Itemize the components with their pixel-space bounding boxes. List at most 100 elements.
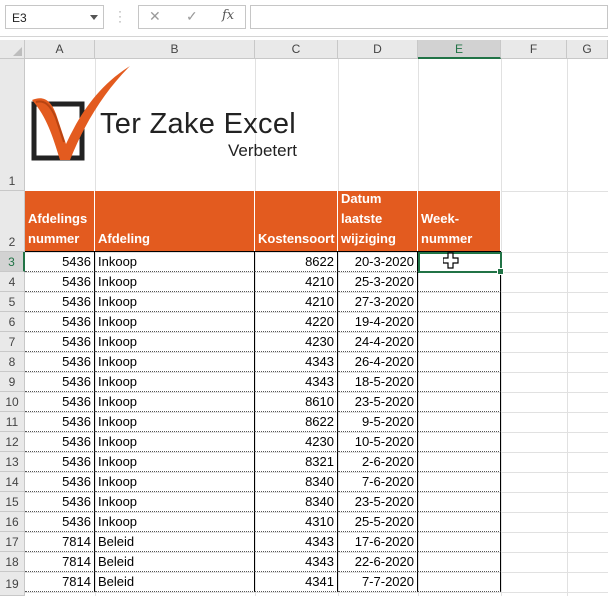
- cell-afdelingsnummer[interactable]: 5436: [25, 372, 95, 392]
- cell-afdeling[interactable]: Inkoop: [95, 292, 255, 312]
- cell-weeknummer[interactable]: [418, 332, 501, 352]
- column-header-e[interactable]: E: [418, 40, 501, 59]
- cell-datum[interactable]: 9-5-2020: [338, 412, 418, 432]
- row-header[interactable]: 12: [0, 432, 25, 452]
- cell-datum[interactable]: 20-3-2020: [338, 252, 418, 272]
- cell-datum[interactable]: 25-5-2020: [338, 512, 418, 532]
- cell-afdelingsnummer[interactable]: 5436: [25, 492, 95, 512]
- confirm-icon[interactable]: ✓: [186, 8, 198, 25]
- cell-afdeling[interactable]: Inkoop: [95, 332, 255, 352]
- cell-kostensoort[interactable]: 8340: [255, 492, 338, 512]
- cell-afdeling[interactable]: Inkoop: [95, 312, 255, 332]
- cell-afdeling[interactable]: Inkoop: [95, 372, 255, 392]
- active-cell-e3[interactable]: [418, 252, 504, 275]
- cell-weeknummer[interactable]: [418, 352, 501, 372]
- row-header[interactable]: 5: [0, 292, 25, 312]
- row-header[interactable]: 13: [0, 452, 25, 472]
- cell-kostensoort[interactable]: 4341: [255, 572, 338, 592]
- cell-datum[interactable]: 7-7-2020: [338, 572, 418, 592]
- cell-weeknummer[interactable]: [418, 272, 501, 292]
- cell-datum[interactable]: 25-3-2020: [338, 272, 418, 292]
- cell-weeknummer[interactable]: [418, 452, 501, 472]
- cell-kostensoort[interactable]: 4210: [255, 272, 338, 292]
- cell-kostensoort[interactable]: 4310: [255, 512, 338, 532]
- cell-afdelingsnummer[interactable]: 5436: [25, 252, 95, 272]
- cell-weeknummer[interactable]: [418, 412, 501, 432]
- row-header[interactable]: 11: [0, 412, 25, 432]
- row-header[interactable]: 10: [0, 392, 25, 412]
- cell-afdelingsnummer[interactable]: 5436: [25, 272, 95, 292]
- formula-input[interactable]: [250, 5, 608, 29]
- cell-afdelingsnummer[interactable]: 7814: [25, 572, 95, 592]
- cell-weeknummer[interactable]: [418, 492, 501, 512]
- row-header[interactable]: 16: [0, 512, 25, 532]
- cell-afdelingsnummer[interactable]: 5436: [25, 452, 95, 472]
- cell-afdeling[interactable]: Inkoop: [95, 432, 255, 452]
- cell-kostensoort[interactable]: 4343: [255, 352, 338, 372]
- cell-datum[interactable]: 2-6-2020: [338, 452, 418, 472]
- cell-datum[interactable]: 17-6-2020: [338, 532, 418, 552]
- cell-afdeling[interactable]: Beleid: [95, 532, 255, 552]
- cell-afdeling[interactable]: Inkoop: [95, 452, 255, 472]
- cell-afdelingsnummer[interactable]: 5436: [25, 352, 95, 372]
- cell-kostensoort[interactable]: 4343: [255, 552, 338, 572]
- insert-function-icon[interactable]: fx: [222, 8, 234, 23]
- cell-datum[interactable]: 23-5-2020: [338, 492, 418, 512]
- column-header-c[interactable]: C: [255, 40, 338, 59]
- cell-weeknummer[interactable]: [418, 432, 501, 452]
- chevron-down-icon[interactable]: [90, 15, 98, 20]
- row-header[interactable]: 14: [0, 472, 25, 492]
- cell-afdelingsnummer[interactable]: 5436: [25, 392, 95, 412]
- cell-afdeling[interactable]: Inkoop: [95, 252, 255, 272]
- cell-datum[interactable]: 24-4-2020: [338, 332, 418, 352]
- cell-kostensoort[interactable]: 4220: [255, 312, 338, 332]
- cell-kostensoort[interactable]: 4230: [255, 432, 338, 452]
- cell-afdeling[interactable]: Inkoop: [95, 472, 255, 492]
- cell-afdeling[interactable]: Inkoop: [95, 412, 255, 432]
- cell-afdeling[interactable]: Beleid: [95, 572, 255, 592]
- row-header[interactable]: 6: [0, 312, 25, 332]
- column-header-f[interactable]: F: [501, 40, 567, 59]
- cell-datum[interactable]: 22-6-2020: [338, 552, 418, 572]
- cell-afdeling[interactable]: Inkoop: [95, 512, 255, 532]
- select-all-button[interactable]: [0, 40, 25, 59]
- cell-kostensoort[interactable]: 4343: [255, 372, 338, 392]
- cell-kostensoort[interactable]: 4230: [255, 332, 338, 352]
- cell-weeknummer[interactable]: [418, 572, 501, 592]
- cell-weeknummer[interactable]: [418, 532, 501, 552]
- cell-afdelingsnummer[interactable]: 5436: [25, 332, 95, 352]
- row-header[interactable]: 3: [0, 252, 25, 272]
- cell-afdelingsnummer[interactable]: 5436: [25, 432, 95, 452]
- row-header[interactable]: 8: [0, 352, 25, 372]
- row-header[interactable]: 4: [0, 272, 25, 292]
- cell-kostensoort[interactable]: 8610: [255, 392, 338, 412]
- row-header[interactable]: 7: [0, 332, 25, 352]
- cancel-icon[interactable]: ✕: [149, 8, 161, 25]
- cell-afdeling[interactable]: Inkoop: [95, 492, 255, 512]
- cell-afdeling[interactable]: Inkoop: [95, 272, 255, 292]
- cell-kostensoort[interactable]: 4210: [255, 292, 338, 312]
- cell-datum[interactable]: 19-4-2020: [338, 312, 418, 332]
- row-header[interactable]: 18: [0, 552, 25, 572]
- cell-kostensoort[interactable]: 8321: [255, 452, 338, 472]
- cell-datum[interactable]: 10-5-2020: [338, 432, 418, 452]
- cell-weeknummer[interactable]: [418, 292, 501, 312]
- cell-kostensoort[interactable]: 8622: [255, 412, 338, 432]
- cell-datum[interactable]: 26-4-2020: [338, 352, 418, 372]
- cell-weeknummer[interactable]: [418, 372, 501, 392]
- cell-afdelingsnummer[interactable]: 5436: [25, 292, 95, 312]
- column-header-a[interactable]: A: [25, 40, 95, 59]
- cell-datum[interactable]: 18-5-2020: [338, 372, 418, 392]
- cell-weeknummer[interactable]: [418, 552, 501, 572]
- column-header-g[interactable]: G: [567, 40, 608, 59]
- row-header[interactable]: 17: [0, 532, 25, 552]
- cell-afdelingsnummer[interactable]: 7814: [25, 552, 95, 572]
- cell-afdeling[interactable]: Inkoop: [95, 352, 255, 372]
- row-header[interactable]: 9: [0, 372, 25, 392]
- cell-afdeling[interactable]: Beleid: [95, 552, 255, 572]
- cell-kostensoort[interactable]: 8340: [255, 472, 338, 492]
- cell-weeknummer[interactable]: [418, 392, 501, 412]
- name-box[interactable]: E3: [5, 5, 104, 29]
- cell-weeknummer[interactable]: [418, 472, 501, 492]
- cell-afdelingsnummer[interactable]: 5436: [25, 512, 95, 532]
